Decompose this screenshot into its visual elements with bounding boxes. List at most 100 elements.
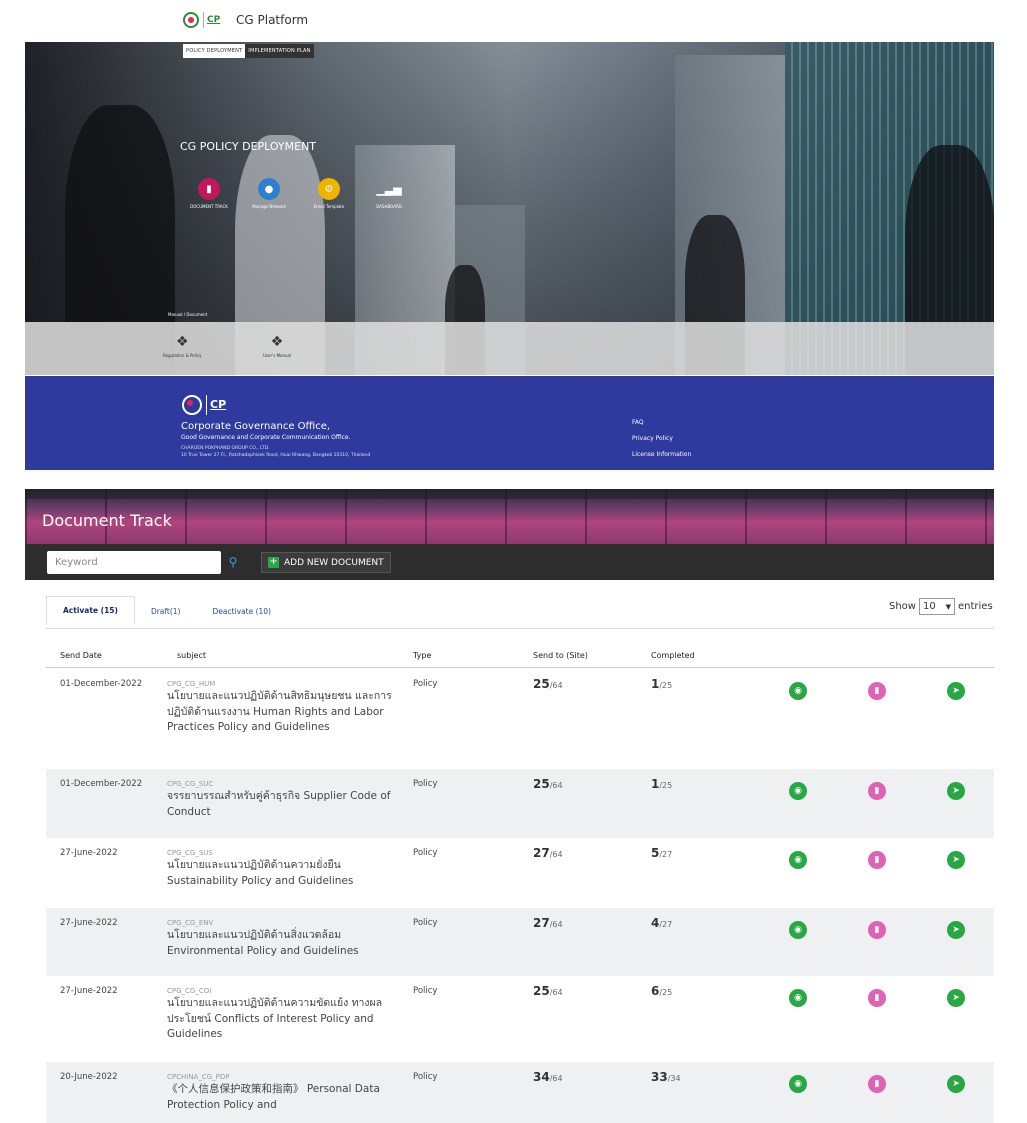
document-icon[interactable]: ▮ [868,989,886,1007]
row-date: 20-June-2022 [60,1072,118,1082]
row-date: 27-June-2022 [60,986,118,996]
add-document-label: ADD NEW DOCUMENT [284,557,384,568]
header-logo[interactable]: CP [183,12,220,28]
row-code: CPG_CG_SUS [167,849,213,857]
table-row: 27-June-2022 CPG_CG_SUS นโยบายและแนวปฏิบ… [46,838,994,908]
row-date: 01-December-2022 [60,779,143,789]
row-subject: CPG_CG_COI นโยบายและแนวปฏิบัติด้านความขั… [167,986,397,1043]
footer-org: Corporate Governance Office, [181,421,331,432]
bar-chart-icon: ▁▃▅ [376,182,402,196]
row-name: นโยบายและแนวปฏิบัติด้านสิ่งแวดล้อม Envir… [167,929,359,957]
view-icon[interactable]: ◉ [789,989,807,1007]
row-type: Policy [413,986,438,996]
footer-sub: Good Governance and Corporate Communicat… [181,434,351,441]
col-send-date[interactable]: Send Date [60,651,102,660]
footer-link-privacy[interactable]: Privacy Policy [632,435,691,442]
send-icon[interactable]: ➤ [947,1075,965,1093]
row-type: Policy [413,1072,438,1082]
row-send-to: 27/64 [533,916,563,930]
row-completed: 1/25 [651,677,672,691]
sent-count: 25 [533,777,550,791]
seal-icon [183,12,199,28]
row-completed: 4/27 [651,916,672,930]
tab-policy-deployment[interactable]: POLICY DEPLOYMENT [183,44,246,58]
doc-track-banner: Document Track [25,489,994,544]
col-subject[interactable]: subject [177,651,206,660]
row-subject: CPCHINA_CG_PDP 《个人信息保护政策和指南》 Personal Da… [167,1072,397,1113]
brand-name[interactable]: CG Platform [236,13,308,27]
page-size-select[interactable]: 10 ▼ [918,598,955,615]
page-size-control: Show 10 ▼ entries [889,598,993,615]
page-root: CP CG Platform POLICY DEPLOYMENT IMPLEME… [0,0,1027,1123]
send-icon[interactable]: ➤ [947,682,965,700]
row-send-to: 34/64 [533,1070,563,1084]
row-code: CPG_CG_ENV [167,919,214,927]
send-icon[interactable]: ➤ [947,989,965,1007]
manual-regulation-policy[interactable]: ❖ Regulation & Policy [163,334,202,358]
send-icon[interactable]: ➤ [947,851,965,869]
row-type: Policy [413,679,438,689]
book-open-icon: ❖ [175,334,189,350]
sent-count: 25 [533,984,550,998]
table-row: 27-June-2022 CPG_CG_ENV นโยบายและแนวปฏิบ… [46,908,994,976]
sent-count: 27 [533,916,550,930]
sent-count: 25 [533,677,550,691]
send-icon[interactable]: ➤ [947,921,965,939]
col-completed[interactable]: Completed [651,651,695,660]
doc-toolbar: ⚲ + ADD NEW DOCUMENT [25,544,994,580]
status-tabs: Activate (15) Draft(1) Deactivate (10) [46,596,287,625]
view-icon[interactable]: ◉ [789,782,807,800]
search-input[interactable] [47,551,221,574]
document-icon[interactable]: ▮ [868,1075,886,1093]
tab-implementation-plan[interactable]: IMPLEMENTATION PLAN [245,44,314,58]
manual-bar: ❖ Regulation & Policy ❖ User's Manual [25,322,994,375]
completed-count: 33 [651,1070,668,1084]
tile-dashboard[interactable]: ▁▃▅ DASHBOARD [370,178,408,210]
row-completed: 1/25 [651,777,672,791]
tab-draft[interactable]: Draft(1) [135,598,197,625]
document-icon[interactable]: ▮ [868,682,886,700]
tile-document-track[interactable]: ▮ DOCUMENT TRACK [190,178,228,209]
row-code: CPG_CG_SUC [167,780,214,788]
manual-users-manual[interactable]: ❖ User's Manual [263,334,291,358]
tile-email-template[interactable]: ⚙ Email Template [310,178,348,209]
view-icon[interactable]: ◉ [789,1075,807,1093]
document-icon[interactable]: ▮ [868,851,886,869]
document-icon[interactable]: ▮ [868,921,886,939]
row-code: CPG_CG_COI [167,987,212,995]
view-icon[interactable]: ◉ [789,682,807,700]
hero-title: CG POLICY DEPLOYMENT [180,140,317,153]
table-row: 20-June-2022 CPCHINA_CG_PDP 《个人信息保护政策和指南… [46,1062,994,1123]
sent-total: /64 [549,920,563,929]
completed-total: /25 [659,681,673,690]
add-document-button[interactable]: + ADD NEW DOCUMENT [261,552,391,573]
tab-deactivate[interactable]: Deactivate (10) [196,598,287,625]
footer-logo: CP [182,395,226,415]
sent-total: /64 [549,1074,563,1083]
row-type: Policy [413,918,438,928]
send-icon[interactable]: ➤ [947,782,965,800]
chevron-down-icon: ▼ [945,602,951,611]
footer-link-license[interactable]: License Information [632,451,691,458]
table-row: 01-December-2022 CPG_CG_SUC จรรยาบรรณสำห… [46,769,994,838]
footer-links: FAQ Privacy Policy License Information [632,419,691,467]
book-open-icon: ❖ [270,334,284,350]
banner-pattern [25,489,994,499]
table-row: 01-December-2022 CPG_CG_HUM นโยบายและแนว… [46,669,994,769]
seal-icon [182,395,202,415]
row-type: Policy [413,779,438,789]
row-send-to: 25/64 [533,677,563,691]
search-icon[interactable]: ⚲ [221,551,245,574]
view-icon[interactable]: ◉ [789,921,807,939]
tile-manage-network[interactable]: ● Manage Network [250,178,288,209]
col-type[interactable]: Type [413,651,431,660]
row-date: 27-June-2022 [60,918,118,928]
bookmark-icon: ▮ [198,178,220,200]
col-send-to[interactable]: Send to (Site) [533,651,588,660]
document-icon[interactable]: ▮ [868,782,886,800]
tab-activate[interactable]: Activate (15) [46,596,135,625]
footer-link-faq[interactable]: FAQ [632,419,691,426]
row-name: 《个人信息保护政策和指南》 Personal Data Protection P… [167,1083,380,1111]
sent-count: 34 [533,1070,550,1084]
view-icon[interactable]: ◉ [789,851,807,869]
